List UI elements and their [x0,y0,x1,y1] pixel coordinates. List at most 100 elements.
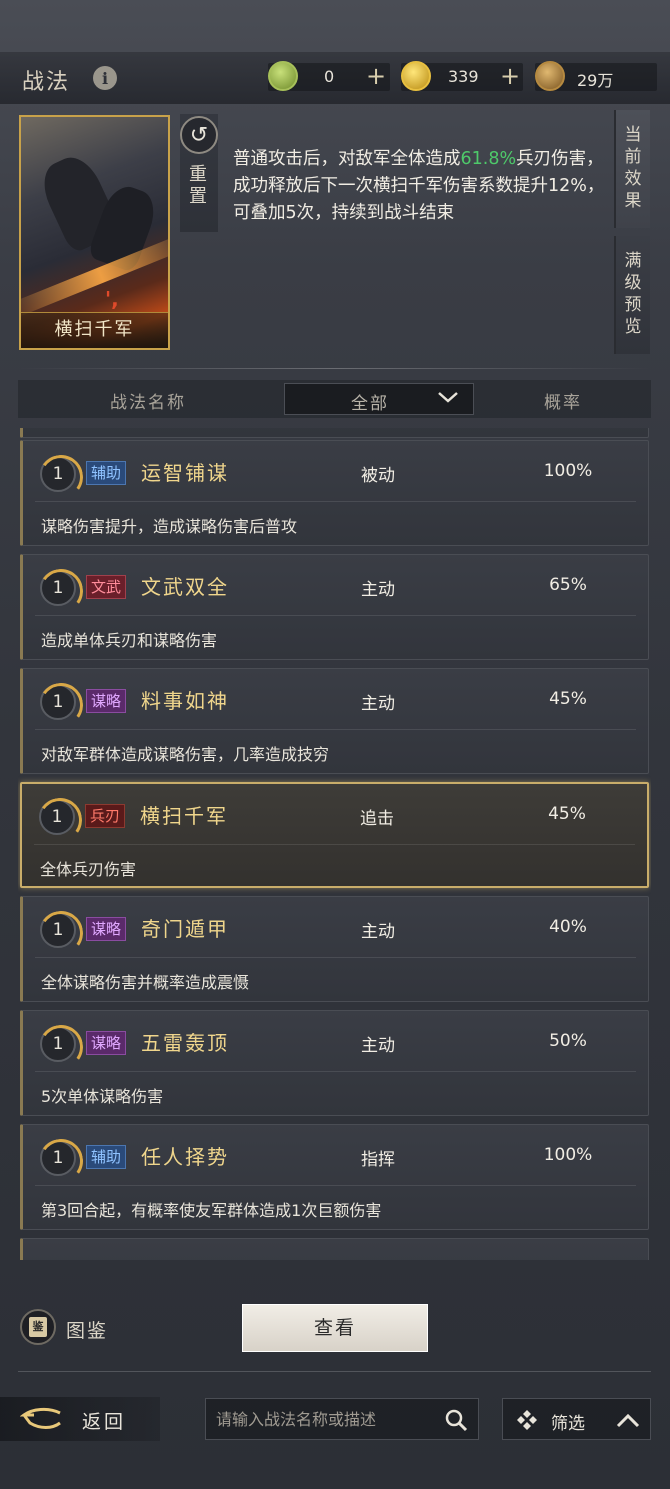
divider [18,368,651,369]
filter-icon [517,1410,537,1430]
jade-coin-icon [268,61,298,91]
divider [35,615,636,616]
skill-type: 主动 [361,1036,395,1056]
skill-name: 五雷轰顶 [141,1031,229,1055]
filter-button[interactable]: 筛选 [502,1398,651,1440]
jade-plus-button[interactable]: + [366,63,386,89]
skill-short-desc: 全体兵刃伤害 [40,860,137,879]
atlas-label[interactable]: 图鉴 [66,1316,108,1343]
skill-category-tag: 谋略 [86,689,127,713]
reset-button[interactable]: ↺ 重置 [180,114,218,232]
column-rate: 概率 [544,393,582,413]
skill-card-name: 横扫千军 [21,312,168,348]
skill-type: 主动 [361,922,395,942]
search-box[interactable] [205,1398,479,1440]
type-filter-value: 全部 [351,394,389,414]
atlas-button[interactable]: 鉴 [20,1309,56,1345]
skill-name: 奇门遁甲 [141,917,229,941]
resource-copper: 29万 [535,61,657,91]
tab-current-effect-label: 当前效果 [624,125,642,211]
skill-type: 主动 [361,694,395,714]
tab-max-level-label: 满级预览 [624,251,642,337]
skill-row[interactable]: 1 文武 文武双全 主动 65% 造成单体兵刃和谋略伤害 [20,554,649,660]
skill-level-badge: 1 [40,570,76,606]
skill-name: 任人择势 [141,1145,229,1169]
filter-label: 筛选 [551,1414,585,1434]
reset-label: 重置 [189,164,207,207]
skill-rate: 65% [549,575,587,595]
skill-rate: 40% [549,917,587,937]
skill-short-desc: 全体谋略伤害并概率造成震慑 [41,973,250,992]
skill-row[interactable]: 1 辅助 运智铺谋 被动 100% 谋略伤害提升，造成谋略伤害后普攻 [20,440,649,546]
tab-current-effect[interactable]: 当前效果 [614,110,650,228]
skill-name: 文武双全 [141,575,229,599]
back-button[interactable]: 返回 [0,1397,160,1441]
skill-rate: 100% [543,461,593,481]
chevron-down-icon [438,392,458,403]
skill-type: 被动 [361,466,395,486]
resource-gold: 339 + [401,61,523,91]
reset-icon: ↺ [180,116,218,154]
skill-level-badge: 1 [40,456,76,492]
page-title: 战法 [22,70,71,95]
skill-short-desc: 造成单体兵刃和谋略伤害 [41,631,218,650]
skill-type: 追击 [360,809,394,829]
list-item-partial [20,1238,649,1260]
view-button[interactable]: 查看 [242,1304,428,1352]
skill-level-badge: 1 [40,1026,76,1062]
skill-short-desc: 第3回合起，有概率使友军群体造成1次巨额伤害 [41,1201,382,1220]
skill-level-badge: 1 [39,799,75,835]
skill-row[interactable]: 1 兵刃 横扫千军 追击 45% 全体兵刃伤害 [20,782,649,888]
tab-max-level-preview[interactable]: 满级预览 [614,236,650,354]
info-icon[interactable]: i [93,66,117,90]
divider [35,729,636,730]
divider [35,1071,636,1072]
skill-short-desc: 对敌军群体造成谋略伤害，几率造成技穷 [41,745,330,764]
skill-rate: 45% [548,804,586,824]
skill-level-badge: 1 [40,912,76,948]
skill-list[interactable]: 1 辅助 运智铺谋 被动 100% 谋略伤害提升，造成谋略伤害后普攻 1 文武 文武双全 主动 65… [18,428,651,1260]
skill-name: 横扫千军 [140,804,228,828]
column-skill-name: 战法名称 [110,393,186,413]
description-text: 普通攻击后，对敌军全体造成 [233,149,461,169]
skill-name: 料事如神 [141,689,229,713]
search-input[interactable] [216,1407,431,1431]
gold-coin-icon [401,61,431,91]
chevron-up-icon[interactable] [615,1411,641,1429]
skill-category-tag: 辅助 [86,461,127,485]
search-icon[interactable] [444,1408,468,1432]
jade-value: 0 [324,67,335,86]
skill-category-tag: 辅助 [86,1145,127,1169]
gold-value: 339 [448,67,479,86]
skill-short-desc: 谋略伤害提升，造成谋略伤害后普攻 [41,517,298,536]
gold-plus-button[interactable]: + [500,63,520,89]
card-mark: ', [105,287,119,311]
divider [34,844,635,845]
skill-type: 主动 [361,580,395,600]
divider [35,1185,636,1186]
skill-rate: 45% [549,689,587,709]
type-filter-dropdown[interactable]: 全部 [284,383,474,415]
skill-row[interactable]: 1 谋略 料事如神 主动 45% 对敌军群体造成谋略伤害，几率造成技穷 [20,668,649,774]
skill-short-desc: 5次单体谋略伤害 [41,1087,164,1106]
divider [18,1371,651,1372]
skill-category-tag: 文武 [86,575,127,599]
skill-name: 运智铺谋 [141,461,229,485]
skill-level-badge: 1 [40,684,76,720]
skill-category-tag: 谋略 [86,1031,127,1055]
divider [35,957,636,958]
back-label: 返回 [82,1411,127,1433]
skill-row[interactable]: 1 辅助 任人择势 指挥 100% 第3回合起，有概率使友军群体造成1次巨额伤害 [20,1124,649,1230]
skill-level-badge: 1 [40,1140,76,1176]
book-icon: 鉴 [29,1317,47,1337]
skill-row[interactable]: 1 谋略 五雷轰顶 主动 50% 5次单体谋略伤害 [20,1010,649,1116]
skill-description: 普通攻击后，对敌军全体造成61.8%兵刃伤害，成功释放后下一次横扫千军伤害系数提… [233,146,608,227]
copper-value: 29万 [577,71,614,90]
skill-row[interactable]: 1 谋略 奇门遁甲 主动 40% 全体谋略伤害并概率造成震慑 [20,896,649,1002]
skill-type: 指挥 [361,1150,395,1170]
resource-jade: 0 + [268,61,390,91]
divider [35,501,636,502]
skill-category-tag: 兵刃 [85,804,126,828]
skill-card[interactable]: ', 横扫千军 [19,115,170,350]
list-item-partial [20,428,649,438]
